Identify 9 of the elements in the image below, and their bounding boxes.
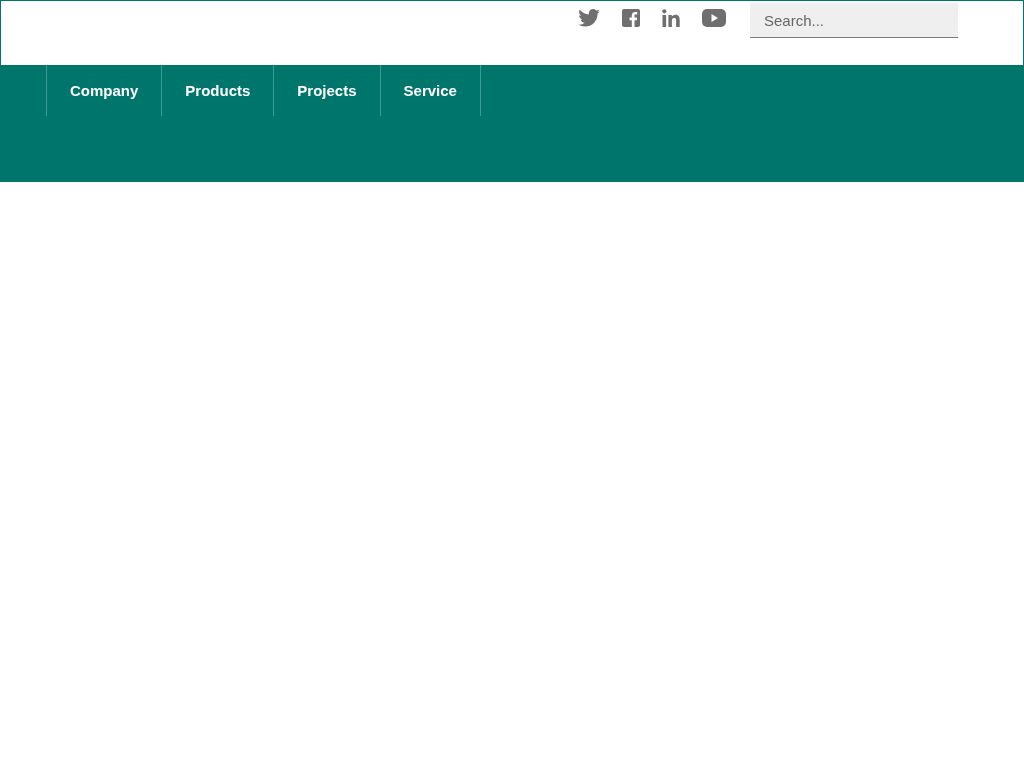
play-button-icon[interactable]	[702, 9, 726, 27]
letter-f-icon[interactable]	[622, 9, 640, 27]
nav-link[interactable]: Service	[379, 65, 481, 116]
nav-link[interactable]: Products	[161, 65, 274, 116]
search-field[interactable]: Search...	[750, 3, 958, 38]
bird-icon[interactable]	[578, 9, 600, 27]
nav-link[interactable]: Projects	[273, 65, 380, 116]
letters-in-icon[interactable]	[662, 9, 680, 27]
nav-link[interactable]: Company	[46, 65, 162, 116]
